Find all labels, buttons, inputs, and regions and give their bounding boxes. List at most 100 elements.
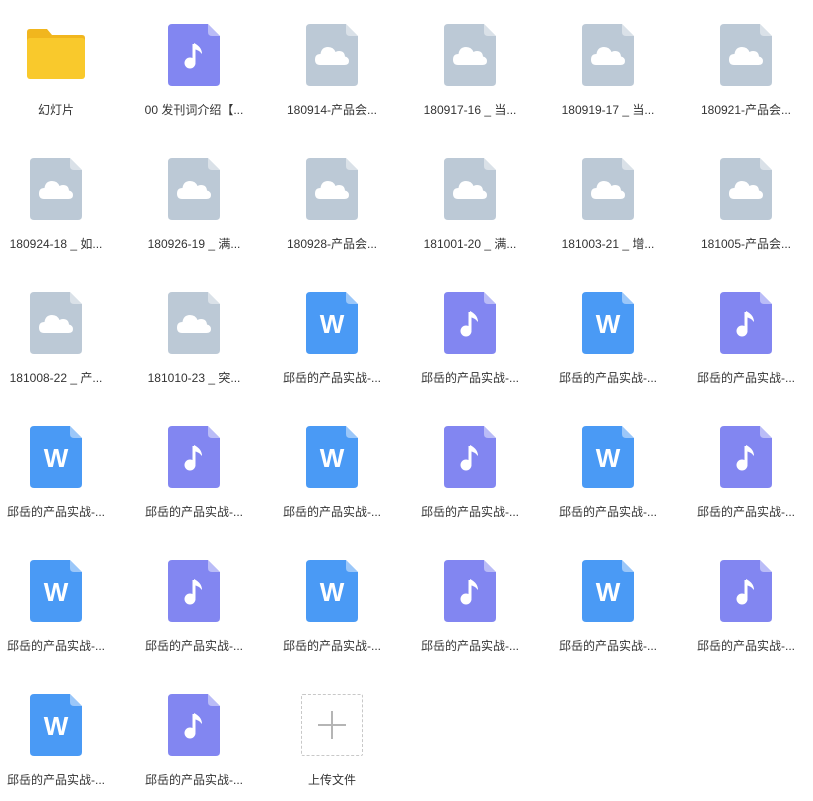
plus-icon	[318, 711, 346, 739]
cloud-file-icon	[582, 158, 634, 220]
file-tile[interactable]: 181008-22 _ 产...	[0, 272, 121, 392]
file-name-label: 180914-产品会...	[286, 103, 378, 117]
cloud-file-icon	[168, 292, 220, 354]
file-tile[interactable]: W 邱岳的产品实战-...	[0, 540, 121, 660]
music-note-icon	[168, 426, 220, 488]
file-name-label: 邱岳的产品实战-...	[7, 505, 105, 519]
word-doc-icon: W	[582, 560, 634, 622]
file-name-label: 180926-19 _ 满...	[147, 237, 241, 251]
music-note-icon	[168, 24, 220, 86]
file-name-label: 上传文件	[307, 773, 356, 787]
file-name-label: 邱岳的产品实战-...	[421, 371, 519, 385]
cloud-file-icon	[168, 158, 220, 220]
file-tile[interactable]: W 邱岳的产品实战-...	[0, 406, 121, 526]
file-name-label: 邱岳的产品实战-...	[145, 639, 243, 653]
file-name-label: 邱岳的产品实战-...	[421, 639, 519, 653]
word-doc-icon: W	[30, 560, 82, 622]
file-tile[interactable]: W 邱岳的产品实战-...	[267, 540, 397, 660]
cloud-file-icon	[306, 158, 358, 220]
file-name-label: 邱岳的产品实战-...	[559, 505, 657, 519]
file-tile[interactable]: 181001-20 _ 满...	[405, 138, 535, 258]
file-tile[interactable]: 邱岳的产品实战-...	[681, 406, 811, 526]
file-name-label: 邱岳的产品实战-...	[697, 371, 795, 385]
file-tile[interactable]: 邱岳的产品实战-...	[405, 406, 535, 526]
file-name-label: 181003-21 _ 增...	[561, 237, 655, 251]
music-note-icon	[168, 694, 220, 756]
file-name-label: 邱岳的产品实战-...	[145, 773, 243, 787]
file-name-label: 邱岳的产品实战-...	[697, 639, 795, 653]
file-tile[interactable]: 邱岳的产品实战-...	[681, 272, 811, 392]
file-tile[interactable]: 180926-19 _ 满...	[129, 138, 259, 258]
word-doc-icon: W	[30, 426, 82, 488]
music-note-icon	[168, 560, 220, 622]
file-tile[interactable]: 邱岳的产品实战-...	[405, 540, 535, 660]
svg-text:W: W	[320, 443, 345, 473]
file-tile[interactable]: 邱岳的产品实战-...	[129, 674, 259, 794]
upload-button[interactable]	[301, 694, 363, 756]
file-tile[interactable]: 180919-17 _ 当...	[543, 4, 673, 124]
file-name-label: 邱岳的产品实战-...	[421, 505, 519, 519]
file-name-label: 邱岳的产品实战-...	[145, 505, 243, 519]
file-name-label: 邱岳的产品实战-...	[697, 505, 795, 519]
cloud-file-icon	[306, 24, 358, 86]
cloud-file-icon	[444, 158, 496, 220]
file-name-label: 邱岳的产品实战-...	[7, 773, 105, 787]
file-name-label: 邱岳的产品实战-...	[283, 371, 381, 385]
file-name-label: 181001-20 _ 满...	[423, 237, 517, 251]
cloud-file-icon	[444, 24, 496, 86]
file-name-label: 180921-产品会...	[700, 103, 792, 117]
file-tile[interactable]: W 邱岳的产品实战-...	[267, 272, 397, 392]
file-name-label: 180924-18 _ 如...	[9, 237, 103, 251]
file-tile[interactable]: W 邱岳的产品实战-...	[543, 272, 673, 392]
music-note-icon	[444, 292, 496, 354]
file-name-label: 00 发刊词介绍【...	[144, 103, 244, 117]
file-name-label: 幻灯片	[37, 103, 74, 117]
file-tile[interactable]: 180917-16 _ 当...	[405, 4, 535, 124]
folder-icon	[25, 24, 87, 86]
file-grid: 幻灯片 00 发刊词介绍【... 180914-产品会... 180917-16…	[0, 0, 813, 801]
file-tile[interactable]: 180921-产品会...	[681, 4, 811, 124]
file-tile[interactable]: 00 发刊词介绍【...	[129, 4, 259, 124]
folder-tile[interactable]: 幻灯片	[0, 4, 121, 124]
cloud-file-icon	[582, 24, 634, 86]
file-tile[interactable]: 180928-产品会...	[267, 138, 397, 258]
file-tile[interactable]: 181005-产品会...	[681, 138, 811, 258]
file-name-label: 邱岳的产品实战-...	[7, 639, 105, 653]
svg-text:W: W	[596, 309, 621, 339]
file-tile[interactable]: 180914-产品会...	[267, 4, 397, 124]
file-tile[interactable]: W 邱岳的产品实战-...	[543, 406, 673, 526]
file-tile[interactable]: 181010-23 _ 突...	[129, 272, 259, 392]
file-name-label: 180917-16 _ 当...	[423, 103, 517, 117]
file-name-label: 181005-产品会...	[700, 237, 792, 251]
file-tile[interactable]: W 邱岳的产品实战-...	[267, 406, 397, 526]
file-tile[interactable]: 邱岳的产品实战-...	[405, 272, 535, 392]
file-name-label: 邱岳的产品实战-...	[559, 639, 657, 653]
word-doc-icon: W	[306, 560, 358, 622]
cloud-file-icon	[720, 24, 772, 86]
cloud-file-icon	[30, 292, 82, 354]
svg-text:W: W	[596, 443, 621, 473]
music-note-icon	[720, 560, 772, 622]
file-tile[interactable]: 邱岳的产品实战-...	[681, 540, 811, 660]
svg-text:W: W	[44, 577, 69, 607]
file-tile[interactable]: W 邱岳的产品实战-...	[543, 540, 673, 660]
file-name-label: 邱岳的产品实战-...	[283, 639, 381, 653]
file-tile[interactable]: 181003-21 _ 增...	[543, 138, 673, 258]
music-note-icon	[720, 292, 772, 354]
music-note-icon	[444, 560, 496, 622]
word-doc-icon: W	[306, 292, 358, 354]
file-tile[interactable]: 邱岳的产品实战-...	[129, 540, 259, 660]
music-note-icon	[444, 426, 496, 488]
file-tile[interactable]: 邱岳的产品实战-...	[129, 406, 259, 526]
music-note-icon	[720, 426, 772, 488]
file-name-label: 邱岳的产品实战-...	[283, 505, 381, 519]
svg-text:W: W	[320, 577, 345, 607]
file-name-label: 181008-22 _ 产...	[9, 371, 103, 385]
svg-text:W: W	[44, 711, 69, 741]
word-doc-icon: W	[30, 694, 82, 756]
cloud-file-icon	[30, 158, 82, 220]
file-tile[interactable]: 180924-18 _ 如...	[0, 138, 121, 258]
file-tile[interactable]: W 邱岳的产品实战-...	[0, 674, 121, 794]
word-doc-icon: W	[582, 292, 634, 354]
upload-file-tile[interactable]: 上传文件	[267, 674, 397, 794]
